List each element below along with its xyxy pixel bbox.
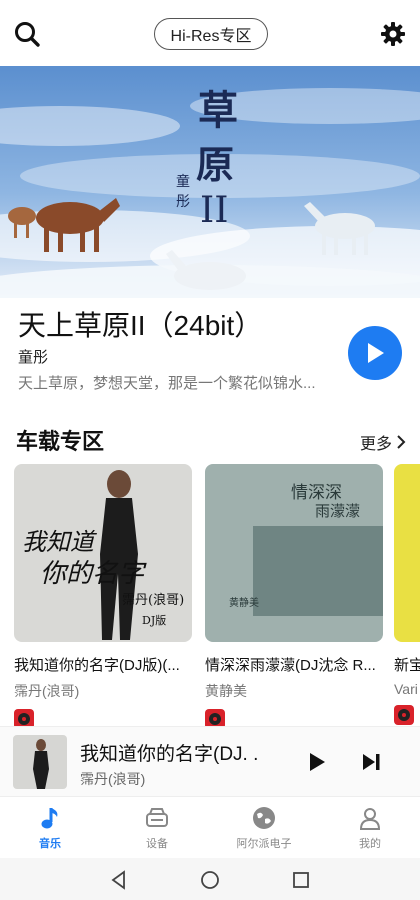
search-icon[interactable] [10,17,44,51]
play-button[interactable] [348,326,402,380]
mini-player-artist: 霈丹(浪哥) [80,771,146,787]
car-device-icon [146,808,168,827]
banner-title-char-1: 草 [198,87,238,134]
banner-title-char-2: 原 [196,142,234,187]
album-cover[interactable]: 情深深 雨濛濛 黄静美 [205,464,383,642]
album-carousel[interactable]: 我知道 你的名字 霈丹(浪哥) DJ版 我知道你的名字(DJ版)(... 霈丹(… [0,464,420,726]
cover-text-1: 我知道 [22,528,97,556]
back-icon[interactable] [107,868,131,892]
bottom-tab-bar: 音乐 设备 阿尔派电子 我的 [0,796,420,858]
tab-mine[interactable]: 我的 [330,805,410,851]
hires-zone-button[interactable]: Hi-Res专区 [154,18,268,50]
more-link[interactable]: 更多 [360,430,406,454]
tab-label: 设备 [146,838,168,850]
album-cover[interactable]: 我知道 你的名字 霈丹(浪哥) DJ版 [14,464,192,642]
cover-text-4: DJ版 [142,613,166,627]
hero-song-artist[interactable]: 童彤 [18,346,48,367]
banner-artist-2: 彤 [176,194,190,210]
hero-song-title[interactable]: 天上草原II（24bit） [18,304,262,344]
chevron-right-icon [397,435,406,449]
album-artist: 黄静美 [205,683,247,699]
banner-artist-1: 童 [176,173,190,190]
album-artist: Vari [394,681,418,697]
play-icon[interactable] [300,745,334,779]
album-title[interactable]: 我知道你的名字(DJ版)(... [14,654,192,675]
music-note-icon [41,808,58,829]
system-nav-bar [0,858,420,900]
album-title[interactable]: 新宝 [394,654,420,675]
vinyl-badge-icon [394,705,414,725]
tab-label: 阿尔派电子 [236,838,292,850]
tab-alpine[interactable]: 阿尔派电子 [224,805,304,851]
recents-icon[interactable] [289,868,313,892]
cover-text-3: 霈丹(浪哥) [122,593,184,608]
tab-device[interactable]: 设备 [117,805,197,851]
album-card[interactable]: 情深深 雨濛濛 黄静美 情深深雨濛濛(DJ沈念 R... 黄静美 [205,464,383,726]
album-card[interactable]: 新宝 Vari [394,464,420,725]
skip-next-icon[interactable] [354,745,388,779]
user-icon [359,808,381,830]
cover-text-2: 你的名字 [40,559,147,589]
play-icon [368,343,384,363]
home-icon[interactable] [198,868,222,892]
album-artist: 霈丹(浪哥) [14,683,80,699]
mini-player-cover[interactable] [13,735,67,789]
section-title: 车载专区 [16,429,105,454]
cover-text-2: 雨濛濛 [315,502,360,520]
banner-numeral: II [200,190,228,231]
tab-label: 我的 [359,838,381,850]
hero-banner[interactable]: 草 原 II 童 彤 [0,66,420,298]
vinyl-badge-icon [14,709,34,726]
mini-player-title[interactable]: 我知道你的名字(DJ. . [80,739,276,766]
vinyl-badge-icon [205,709,225,726]
top-bar: Hi-Res专区 [0,0,420,66]
tab-music[interactable]: 音乐 [10,805,90,851]
more-label: 更多 [359,436,392,453]
album-card[interactable]: 我知道 你的名字 霈丹(浪哥) DJ版 我知道你的名字(DJ版)(... 霈丹(… [14,464,192,726]
tab-label: 音乐 [39,838,61,850]
globe-icon [253,807,275,829]
album-cover[interactable] [394,464,420,642]
hero-song-description: 天上草原，梦想天堂，那是一个繁花似锦水... [18,375,316,392]
cover-text-1: 情深深 [291,483,342,503]
album-title[interactable]: 情深深雨濛濛(DJ沈念 R... [205,654,383,675]
mini-player[interactable]: 我知道你的名字(DJ. . 霈丹(浪哥) [0,726,420,796]
gear-icon[interactable] [376,17,410,51]
cover-text-3: 黄静美 [229,596,259,609]
